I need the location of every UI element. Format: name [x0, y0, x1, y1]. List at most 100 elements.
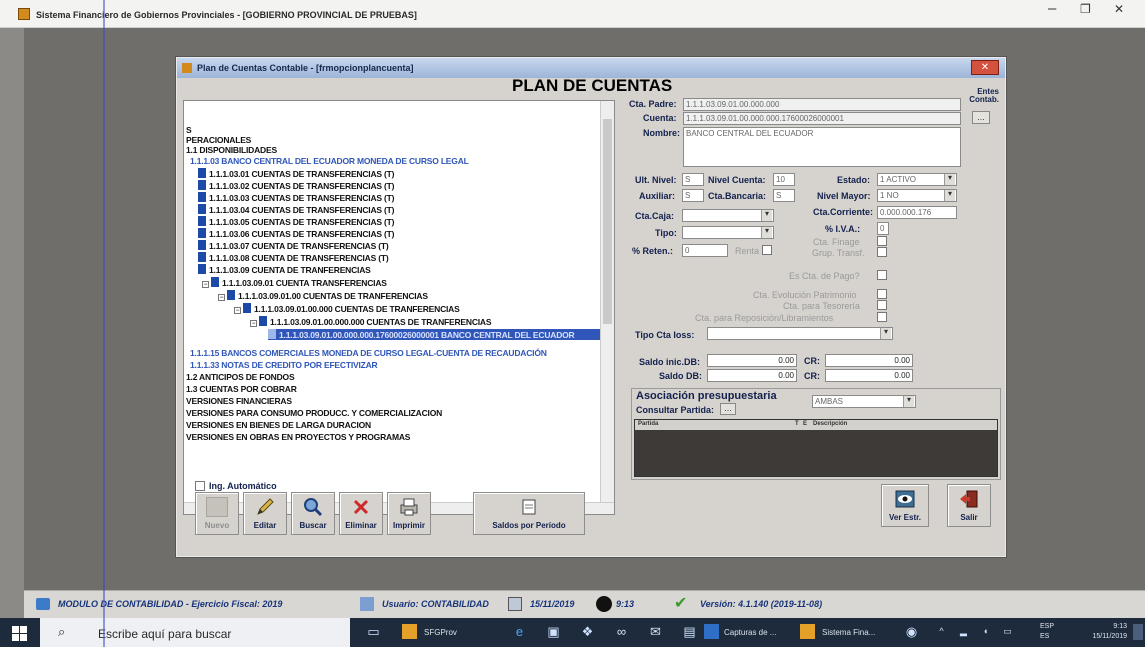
entes-contab-button[interactable]: …: [972, 111, 990, 124]
renta-checkbox[interactable]: [762, 245, 772, 255]
tree-item[interactable]: 1.1 DISPONIBILIDADES: [186, 145, 277, 155]
tree-item[interactable]: 1.1.1.03.09 CUENTA DE TRANFERENCIAS: [198, 264, 371, 275]
network-icon[interactable]: ▂: [956, 624, 971, 639]
reposicion-checkbox[interactable]: [877, 312, 887, 322]
es-cta-pago-checkbox[interactable]: [877, 270, 887, 280]
dropbox-icon[interactable]: ❖: [580, 624, 595, 639]
battery-icon[interactable]: ▭: [1000, 624, 1015, 639]
saldo-db-field[interactable]: 0.00: [707, 369, 797, 382]
eliminar-button[interactable]: Eliminar: [339, 492, 383, 535]
dialog-close-icon[interactable]: ✕: [971, 60, 999, 75]
collapse-icon[interactable]: −: [218, 294, 225, 301]
tipo-select[interactable]: [682, 226, 774, 239]
tray-app-icon[interactable]: ◉: [904, 624, 919, 639]
notifications-icon[interactable]: [1133, 624, 1143, 640]
tree-item[interactable]: −1.1.1.03.09.01.00.000.000 CUENTAS DE TR…: [250, 316, 492, 327]
scrollbar-thumb[interactable]: [603, 119, 612, 324]
tree-item[interactable]: 1.1.1.03.04 CUENTAS DE TRANSFERENCIAS (T…: [198, 204, 394, 215]
tree-vertical-scrollbar[interactable]: [600, 101, 614, 514]
buscar-button[interactable]: Buscar: [291, 492, 335, 535]
tree-item[interactable]: 1.1.1.03.06 CUENTAS DE TRANSFERENCIAS (T…: [198, 228, 394, 239]
explorer-icon[interactable]: ▤: [682, 624, 697, 639]
tree-item[interactable]: VERSIONES EN OBRAS EN PROYECTOS Y PROGRA…: [186, 432, 410, 442]
nivel-cuenta-field[interactable]: 10: [773, 173, 795, 186]
cta-padre-field[interactable]: 1.1.1.03.09.01.00.000.000: [683, 98, 961, 111]
tree-item[interactable]: −1.1.1.03.09.01 CUENTA TRANSFERENCIAS: [202, 277, 387, 288]
nombre-label: Nombre:: [643, 128, 681, 138]
partidas-grid[interactable]: Partida T E Descripción: [634, 419, 998, 477]
store-icon[interactable]: ▣: [546, 624, 561, 639]
tree-item[interactable]: 1.1.1.15 BANCOS COMERCIALES MONEDA DE CU…: [190, 348, 547, 358]
imprimir-button[interactable]: Imprimir: [387, 492, 431, 535]
sfgprov-app-icon[interactable]: [402, 624, 417, 639]
taskbar-search-input[interactable]: ⌕ Escribe aquí para buscar: [40, 618, 350, 647]
saldo-cr-field[interactable]: 0.00: [825, 369, 913, 382]
tree-item[interactable]: VERSIONES PARA CONSUMO PRODUCC. Y COMERC…: [186, 408, 442, 418]
collapse-icon[interactable]: −: [234, 307, 241, 314]
tree-item[interactable]: 1.1.1.33 NOTAS DE CREDITO POR EFECTIVIZA…: [190, 360, 378, 370]
partida-filter-select[interactable]: AMBAS: [812, 395, 916, 408]
sistema-app-icon[interactable]: [800, 624, 815, 639]
tray-chevron-icon[interactable]: ^: [934, 624, 949, 639]
cta-corriente-field[interactable]: 0.000.000.176: [877, 206, 957, 219]
editar-button[interactable]: Editar: [243, 492, 287, 535]
saldo-inic-db-field[interactable]: 0.00: [707, 354, 797, 367]
tree-item[interactable]: VERSIONES FINANCIERAS: [186, 396, 292, 406]
tree-item[interactable]: VERSIONES EN BIENES DE LARGA DURACION: [186, 420, 371, 430]
restore-icon[interactable]: ❐: [1080, 2, 1091, 16]
tree-item[interactable]: 1.1.1.03.05 CUENTAS DE TRANSFERENCIAS (T…: [198, 216, 394, 227]
iva-field[interactable]: 0: [877, 222, 889, 235]
saldos-periodo-button[interactable]: Saldos por Período: [473, 492, 585, 535]
taskbar-app-capturas[interactable]: Capturas de ...: [724, 620, 776, 645]
tree-item[interactable]: 1.1.1.03.02 CUENTAS DE TRANSFERENCIAS (T…: [198, 180, 394, 191]
grup-transf-checkbox[interactable]: [877, 247, 887, 257]
tree-item[interactable]: 1.2 ANTICIPOS DE FONDOS: [186, 372, 295, 382]
tree-item[interactable]: −1.1.1.03.09.01.00 CUENTAS DE TRANFERENC…: [218, 290, 428, 301]
ver-estructura-button[interactable]: Ver Estr.: [881, 484, 929, 527]
tree-item[interactable]: S: [186, 125, 192, 135]
estado-select[interactable]: 1 ACTIVO: [877, 173, 957, 186]
reten-field[interactable]: 0: [682, 244, 728, 257]
consultar-partida-button[interactable]: …: [720, 403, 736, 415]
volume-icon[interactable]: ◖: [978, 624, 993, 639]
tipo-cta-select[interactable]: [707, 327, 893, 340]
tree-item[interactable]: 1.1.1.03.08 CUENTA DE TRANSFERENCIAS (T): [198, 252, 389, 263]
tree-item[interactable]: 1.1.1.03 BANCO CENTRAL DEL ECUADOR MONED…: [190, 156, 469, 166]
collapse-icon[interactable]: −: [202, 281, 209, 288]
tray-clock[interactable]: 9:13 15/11/2019: [1092, 622, 1127, 642]
ing-automatico-checkbox[interactable]: [195, 481, 205, 491]
windows-start-button[interactable]: [0, 618, 40, 647]
language-indicator[interactable]: ESP ES: [1040, 622, 1054, 642]
tree-item[interactable]: 1.1.1.03.03 CUENTAS DE TRANSFERENCIAS (T…: [198, 192, 394, 203]
tree-item[interactable]: 1.1.1.03.07 CUENTA DE TRANSFERENCIAS (T): [198, 240, 389, 251]
minimize-icon[interactable]: –: [1048, 0, 1056, 17]
tree-item[interactable]: PERACIONALES: [186, 135, 251, 145]
salir-button[interactable]: Salir: [947, 484, 991, 527]
tesoreria-checkbox[interactable]: [877, 300, 887, 310]
close-icon[interactable]: ✕: [1114, 2, 1124, 16]
tree-item[interactable]: 1.1.1.03.01 CUENTAS DE TRANSFERENCIAS (T…: [198, 168, 394, 179]
edge-icon[interactable]: e: [512, 624, 527, 639]
collapse-icon[interactable]: −: [250, 320, 257, 327]
tree-item-selected[interactable]: 1.1.1.03.09.01.00.000.000.17600026000001…: [268, 329, 602, 340]
ult-nivel-field[interactable]: S: [682, 173, 704, 186]
link-icon[interactable]: ∞: [614, 624, 629, 639]
mail-icon[interactable]: ✉: [648, 624, 663, 639]
tree-item[interactable]: −1.1.1.03.09.01.00.000 CUENTAS DE TRANFE…: [234, 303, 460, 314]
cuenta-field[interactable]: 1.1.1.03.09.01.00.000.000.17600026000001: [683, 112, 961, 125]
evolucion-checkbox[interactable]: [877, 289, 887, 299]
account-tree[interactable]: S PERACIONALES 1.1 DISPONIBILIDADES 1.1.…: [183, 100, 615, 515]
cta-bancaria-field[interactable]: S: [773, 189, 795, 202]
nivel-mayor-select[interactable]: 1 NO: [877, 189, 957, 202]
taskbar-app-sfgprov[interactable]: SFGProv: [424, 620, 457, 645]
taskbar-app-sistema[interactable]: Sistema Fina...: [822, 620, 875, 645]
cta-caja-select[interactable]: [682, 209, 774, 222]
cta-finage-checkbox[interactable]: [877, 236, 887, 246]
tree-item[interactable]: 1.3 CUENTAS POR COBRAR: [186, 384, 297, 394]
auxiliar-field[interactable]: S: [682, 189, 704, 202]
task-view-icon[interactable]: ▭: [366, 624, 381, 639]
saldo-inic-cr-field[interactable]: 0.00: [825, 354, 913, 367]
nombre-field[interactable]: BANCO CENTRAL DEL ECUADOR: [683, 127, 961, 167]
nuevo-button[interactable]: Nuevo: [195, 492, 239, 535]
captures-app-icon[interactable]: [704, 624, 719, 639]
